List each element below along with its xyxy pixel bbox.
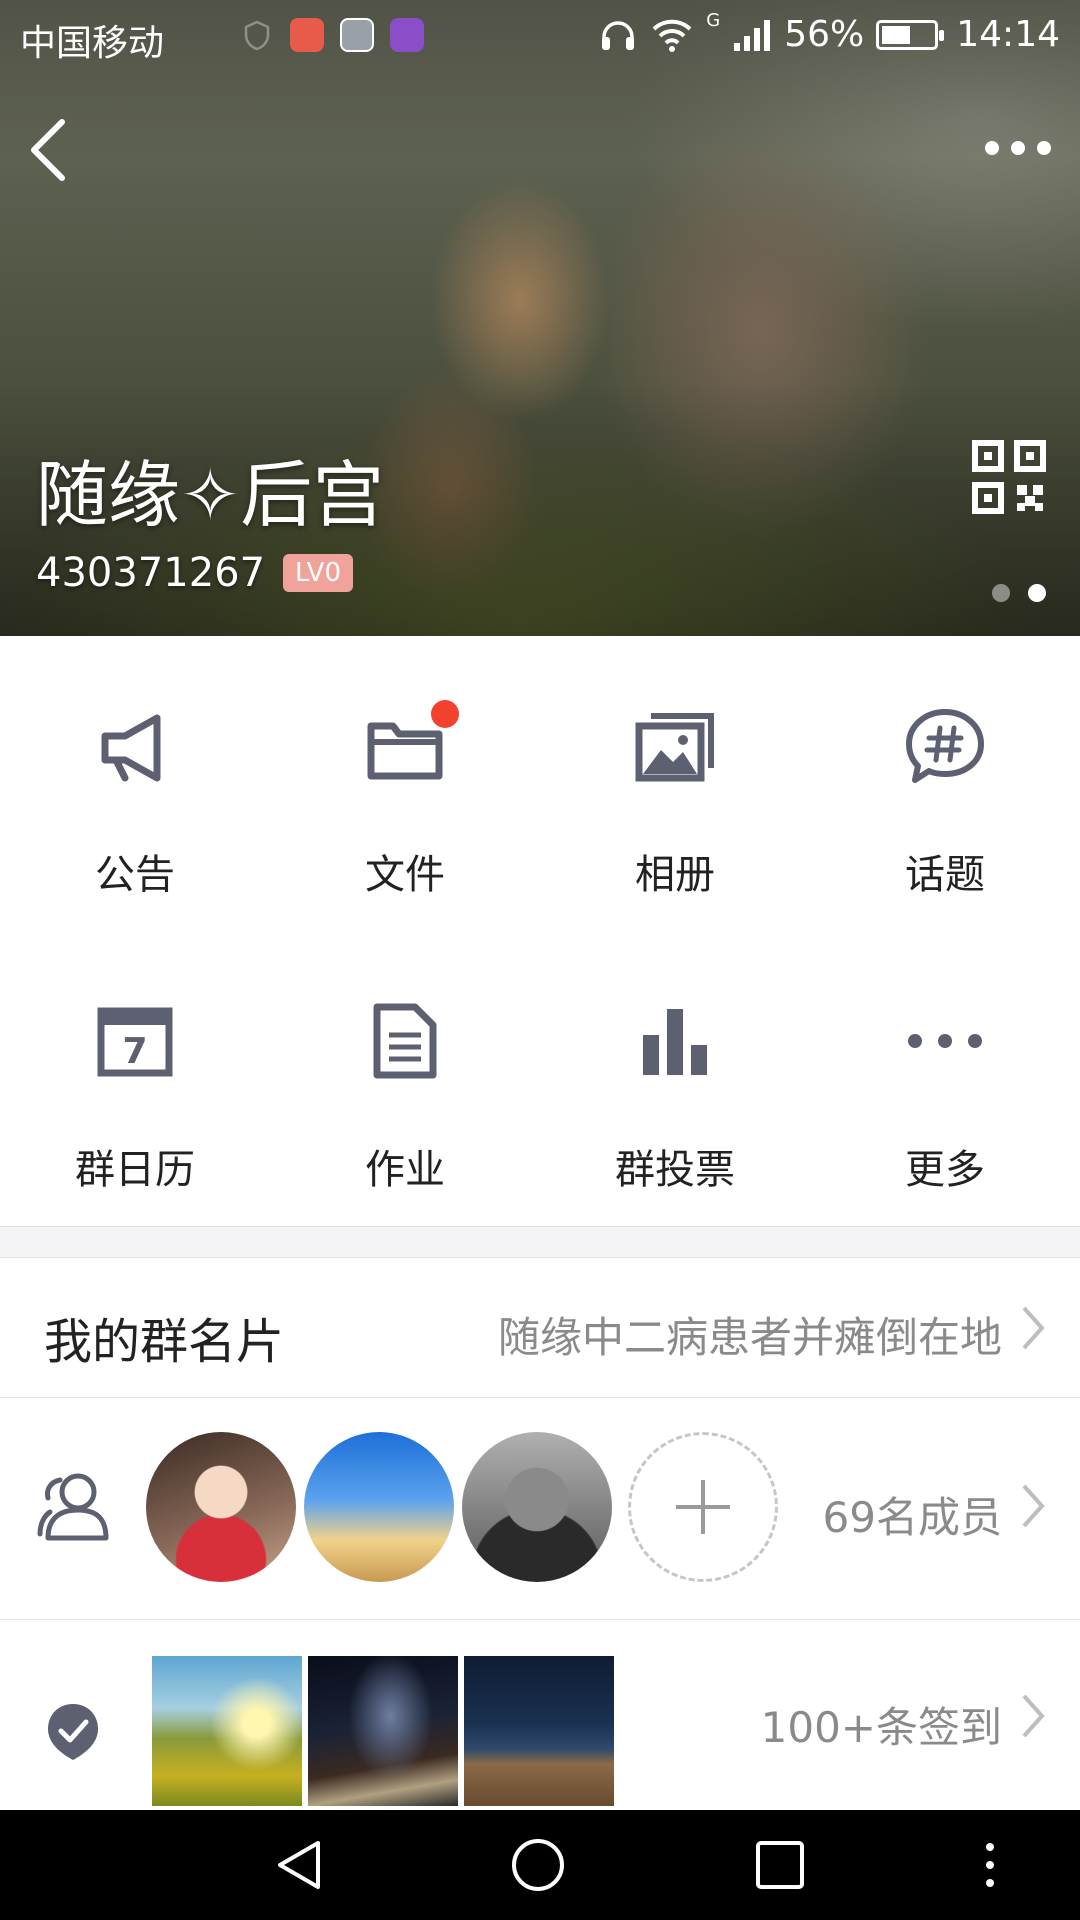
more-dots-icon: [908, 1034, 982, 1048]
signal-icon: [734, 19, 771, 51]
carrier-name: 中国移动: [20, 23, 165, 64]
nav-home-icon[interactable]: [510, 1837, 566, 1893]
checkin-pin-icon: [48, 1704, 98, 1760]
network-type: G: [706, 10, 721, 31]
checkin-row[interactable]: 100+条签到: [0, 1620, 1080, 1810]
system-nav-bar: [0, 1810, 1080, 1920]
function-calendar[interactable]: 7 群日历: [0, 931, 270, 1226]
battery-percent: 56%: [784, 14, 865, 55]
nav-back-icon[interactable]: [272, 1837, 328, 1893]
chevron-right-icon: [1022, 1484, 1045, 1528]
group-name: 随缘✧后宫: [36, 453, 385, 537]
member-count: 69名成员: [822, 1493, 1002, 1542]
function-label: 话题: [905, 852, 985, 898]
my-group-card-row[interactable]: 我的群名片 随缘中二病患者并瘫倒在地: [0, 1258, 1080, 1398]
chevron-right-icon: [1022, 1306, 1045, 1350]
avatar[interactable]: [462, 1432, 612, 1582]
group-id: 430371267: [36, 550, 266, 596]
wifi-icon: [652, 19, 692, 52]
member-avatars: [146, 1432, 778, 1582]
more-options-icon[interactable]: [980, 128, 1056, 168]
bar-chart-icon: [643, 1009, 707, 1075]
group-id-row: 430371267 LV0: [36, 550, 354, 596]
page-dot-active: [1028, 584, 1046, 602]
level-badge: LV0: [283, 554, 354, 592]
avatar[interactable]: [146, 1432, 296, 1582]
notification-icons: [240, 18, 424, 52]
battery-icon: [876, 19, 945, 50]
plus-icon: [676, 1480, 730, 1534]
function-label: 相册: [635, 852, 715, 898]
megaphone-icon: [101, 714, 161, 782]
function-more[interactable]: 更多: [810, 931, 1080, 1226]
status-bar: 中国移动 G 56% 14:14: [0, 0, 1080, 72]
function-album[interactable]: 相册: [540, 636, 810, 931]
group-header-banner[interactable]: 中国移动 G 56% 14:14 随缘✧后宫 430371267 LV0: [0, 0, 1080, 636]
function-topic[interactable]: 话题: [810, 636, 1080, 931]
page-dot: [992, 584, 1010, 602]
function-label: 更多: [905, 1147, 985, 1193]
function-announcement[interactable]: 公告: [0, 636, 270, 931]
calendar-icon: 7: [97, 1007, 173, 1077]
function-label: 公告: [95, 852, 175, 898]
calendar-day: 7: [122, 1031, 147, 1072]
function-homework[interactable]: 作业: [270, 931, 540, 1226]
new-file-badge: [431, 700, 459, 728]
function-vote[interactable]: 群投票: [540, 931, 810, 1226]
section-divider: [0, 1226, 1080, 1258]
headphones-icon: [602, 20, 635, 50]
chevron-right-icon: [1022, 1694, 1045, 1738]
qr-code-icon[interactable]: [972, 440, 1046, 514]
function-grid: 公告 文件 相册 话题 7 群日历 作业 群投票 更多: [0, 636, 1080, 1226]
back-arrow-icon[interactable]: [18, 110, 78, 190]
members-row[interactable]: 69名成员: [0, 1398, 1080, 1620]
page-indicator: [992, 584, 1046, 602]
nav-recents-icon[interactable]: [752, 1837, 808, 1893]
clock: 14:14: [956, 14, 1060, 55]
members-icon: [37, 1473, 109, 1541]
iqiyi-app-icon: [340, 18, 374, 52]
album-icon: [635, 713, 714, 782]
checkin-count: 100+条签到: [760, 1703, 1002, 1752]
checkin-photo[interactable]: [464, 1656, 614, 1806]
checkin-photos: [152, 1656, 614, 1806]
shield-icon: [244, 20, 270, 51]
battery-fill: [882, 25, 911, 44]
my-card-title: 我的群名片: [44, 1314, 285, 1370]
app-icon-red: [290, 18, 324, 52]
add-member-button[interactable]: [628, 1432, 778, 1582]
avatar[interactable]: [304, 1432, 454, 1582]
my-card-value: 随缘中二病患者并瘫倒在地: [497, 1313, 1002, 1362]
topic-hash-icon: [906, 709, 984, 783]
document-icon: [373, 1003, 437, 1079]
function-files[interactable]: 文件: [270, 636, 540, 931]
function-label: 文件: [365, 852, 445, 898]
function-label: 作业: [365, 1147, 445, 1193]
checkin-photo[interactable]: [152, 1656, 302, 1806]
function-label: 群日历: [75, 1147, 195, 1193]
nav-menu-icon[interactable]: [962, 1837, 1018, 1893]
checkin-photo[interactable]: [308, 1656, 458, 1806]
function-label: 群投票: [615, 1147, 735, 1193]
status-right: G 56% 14:14: [598, 10, 1060, 55]
gallery-app-icon: [390, 18, 424, 52]
